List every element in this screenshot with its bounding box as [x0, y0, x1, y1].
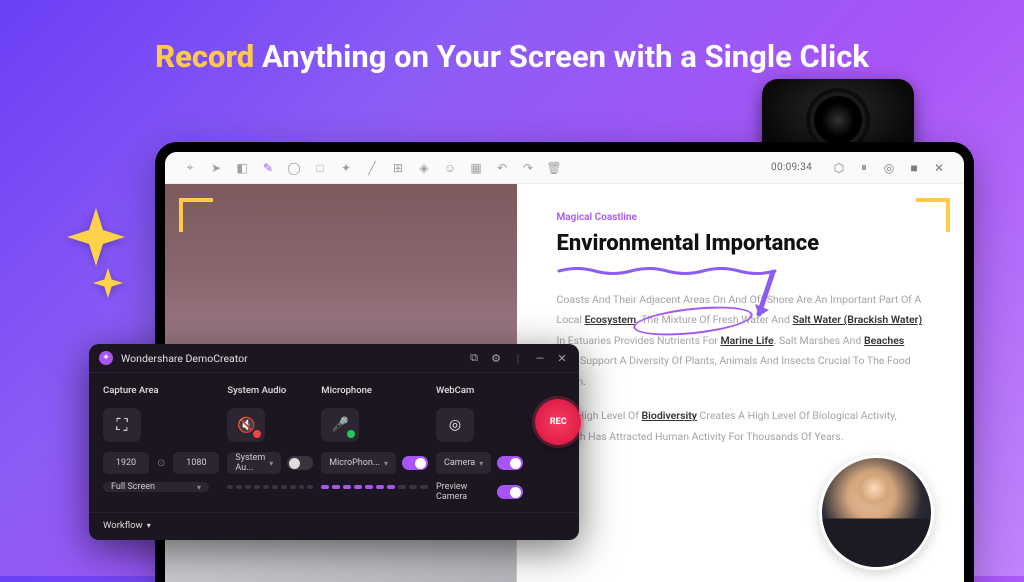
- camera-select[interactable]: Camera▾: [436, 452, 491, 474]
- redo-icon[interactable]: ↷: [521, 161, 535, 175]
- status-dot-off: [253, 430, 261, 438]
- sparkle-icon: [67, 208, 125, 266]
- chevron-down-icon: ▾: [269, 459, 273, 468]
- chevron-down-icon: ▾: [147, 521, 151, 530]
- article: Magical Coastline Environmental Importan…: [517, 184, 964, 582]
- trash-icon[interactable]: 🗑: [547, 161, 561, 175]
- crop-corner[interactable]: [916, 198, 950, 232]
- square-icon[interactable]: □: [313, 161, 327, 175]
- hero-title: Record Anything on Your Screen with a Si…: [155, 38, 869, 75]
- article-kicker: Magical Coastline: [557, 212, 924, 223]
- rec-timer: 00:09:34: [771, 162, 812, 173]
- annotation-arrow[interactable]: [753, 270, 777, 322]
- chevron-down-icon: ▾: [384, 459, 388, 468]
- pause-icon[interactable]: ⏸: [857, 161, 871, 175]
- record-button[interactable]: REC: [535, 399, 581, 445]
- mic-label: Microphone: [321, 385, 428, 396]
- webcam-button[interactable]: ◎: [436, 408, 474, 442]
- workflow-select[interactable]: Workflow▾: [89, 512, 579, 540]
- hero-rest: Anything on Your Screen with a Single Cl…: [254, 38, 869, 75]
- sparkle-icon: [93, 268, 123, 298]
- minimize-icon[interactable]: —: [533, 351, 547, 365]
- microphone-col: Microphone 🎤 MicroPhon...▾: [321, 385, 428, 490]
- crop-corner[interactable]: [179, 198, 213, 232]
- system-audio-button[interactable]: 🔇: [227, 408, 265, 442]
- undo-icon[interactable]: ↶: [495, 161, 509, 175]
- recorder-titlebar[interactable]: ✦ Wondershare DemoCreator ⧉ ⚙ | — ✕: [89, 344, 579, 373]
- stop-icon[interactable]: ■: [907, 161, 921, 175]
- microphone-button[interactable]: 🎤: [321, 408, 359, 442]
- recorder-title: Wondershare DemoCreator: [121, 352, 248, 365]
- audio-select[interactable]: System Au...▾: [227, 452, 281, 474]
- line-icon[interactable]: ╱: [365, 161, 379, 175]
- recorder-window: ✦ Wondershare DemoCreator ⧉ ⚙ | — ✕ Capt…: [89, 344, 579, 540]
- width-input[interactable]: 1920: [103, 452, 149, 474]
- capture-mode-select[interactable]: Full Screen▾: [103, 482, 209, 492]
- chevron-down-icon: ▾: [479, 459, 483, 468]
- shield-icon[interactable]: ⬡: [832, 161, 846, 175]
- grid-icon[interactable]: ▦: [469, 161, 483, 175]
- article-para-2: The High Level Of Biodiversity Creates A…: [557, 406, 924, 447]
- cursor-icon[interactable]: ⌖: [183, 161, 197, 175]
- capture-area-button[interactable]: ⛶: [103, 408, 141, 442]
- settings-icon[interactable]: ⚙: [489, 351, 503, 365]
- close-icon[interactable]: ✕: [932, 161, 946, 175]
- shapes-icon[interactable]: ◈: [417, 161, 431, 175]
- presenter-avatar: [819, 455, 934, 570]
- textbox-icon[interactable]: ⊞: [391, 161, 405, 175]
- highlighter-icon[interactable]: ✎: [261, 161, 275, 175]
- by-icon: ⊙: [155, 458, 167, 469]
- close-icon[interactable]: ✕: [555, 351, 569, 365]
- preview-camera-label: Preview Camera: [436, 482, 491, 502]
- divider: |: [511, 351, 525, 365]
- system-audio-col: System Audio 🔇 System Au...▾: [227, 385, 313, 490]
- popout-icon[interactable]: ⧉: [467, 351, 481, 365]
- chevron-down-icon: ▾: [197, 483, 201, 492]
- mic-select[interactable]: MicroPhon...▾: [321, 452, 396, 474]
- hero-accent: Record: [155, 38, 254, 75]
- audio-label: System Audio: [227, 385, 313, 396]
- rec-col: REC: [531, 385, 581, 445]
- target-icon[interactable]: ◎: [882, 161, 896, 175]
- preview-toggle[interactable]: [497, 485, 523, 499]
- camera-toggle[interactable]: [497, 456, 523, 470]
- app-logo-icon: ✦: [99, 351, 113, 365]
- article-para-1: Coasts And Their Adjacent Areas On And O…: [557, 290, 924, 392]
- height-input[interactable]: 1080: [173, 452, 219, 474]
- wand-icon[interactable]: ✦: [339, 161, 353, 175]
- circle-icon[interactable]: ◯: [287, 161, 301, 175]
- capture-area-col: Capture Area ⛶ 1920 ⊙ 1080 Full Screen▾: [103, 385, 219, 492]
- arrow-icon[interactable]: ➤: [209, 161, 223, 175]
- webcam-col: WebCam ◎ Camera▾ Preview Camera: [436, 385, 523, 502]
- audio-toggle[interactable]: [287, 456, 313, 470]
- status-dot-on: [347, 430, 355, 438]
- annotation-toolbar: ⌖ ➤ ◧ ✎ ◯ □ ✦ ╱ ⊞ ◈ ☺ ▦ ↶ ↷ 🗑 00:09:34 ⬡…: [165, 152, 964, 184]
- webcam-label: WebCam: [436, 385, 523, 396]
- mic-level: [321, 484, 428, 490]
- capture-label: Capture Area: [103, 385, 219, 396]
- eraser-icon[interactable]: ◧: [235, 161, 249, 175]
- squiggle-underline: [557, 262, 924, 272]
- article-title: Environmental Importance: [557, 231, 924, 256]
- audio-level: [227, 484, 313, 490]
- mic-toggle[interactable]: [402, 456, 428, 470]
- stamp-icon[interactable]: ☺: [443, 161, 457, 175]
